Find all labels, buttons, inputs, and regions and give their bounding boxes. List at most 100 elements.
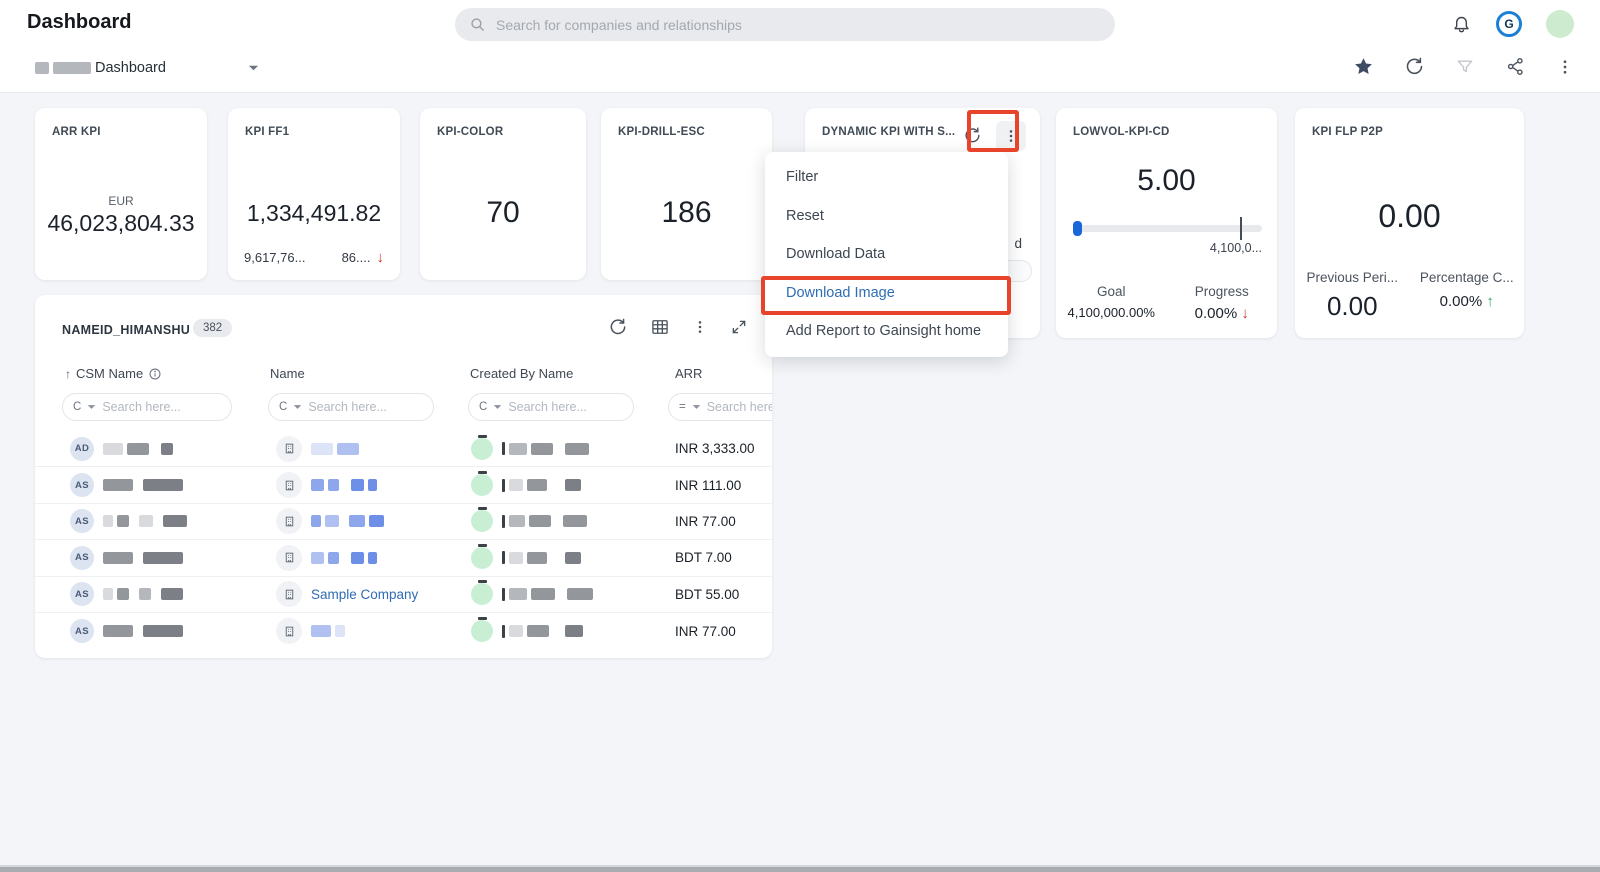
- goal-block: Goal 4,100,000.00%: [1056, 284, 1167, 322]
- menu-item-download-data[interactable]: Download Data: [765, 235, 1008, 274]
- filter-operator[interactable]: C: [479, 401, 487, 413]
- kpi-value: 70: [486, 196, 520, 229]
- arr-value: INR 3,333.00: [675, 441, 755, 457]
- menu-item-download-image[interactable]: Download Image: [765, 274, 1008, 313]
- notifications-bell-icon[interactable]: [1451, 14, 1472, 35]
- kpi-title: DYNAMIC KPI WITH S...: [822, 126, 956, 138]
- filter-created-by-name[interactable]: C Search here...: [468, 393, 634, 421]
- chevron-down-icon: [692, 405, 700, 409]
- refresh-icon[interactable]: [1404, 56, 1425, 77]
- table-row[interactable]: AS INR 77.00: [35, 613, 772, 649]
- percentage-change-label: Percentage C...: [1419, 270, 1514, 285]
- company-building-icon: [276, 472, 302, 499]
- kpi-card-arr-kpi[interactable]: ARR KPI EUR 46,023,804.33: [35, 108, 207, 280]
- table-row[interactable]: AD INR 3,333.00: [35, 431, 772, 468]
- kpi-currency: EUR: [108, 194, 134, 208]
- creator-avatar: [471, 471, 493, 497]
- filter-operator[interactable]: C: [73, 401, 81, 413]
- table-row[interactable]: AS Sample Company BDT 55.00: [35, 577, 772, 613]
- card-refresh-icon[interactable]: [963, 126, 982, 145]
- kpi-title: KPI FF1: [245, 126, 290, 138]
- search-icon: [469, 16, 486, 33]
- table-row[interactable]: AS INR 111.00: [35, 467, 772, 504]
- menu-item-add-report-to-gainsight-home[interactable]: Add Report to Gainsight home: [765, 312, 1008, 351]
- report-rows: AD INR 3,333.00 AS INR 111.00 AS INR 77.…: [35, 431, 772, 649]
- creator-avatar: [471, 617, 493, 643]
- kpi-value: 0.00: [1378, 198, 1441, 234]
- redacted-text: [53, 62, 91, 74]
- slider-thumb[interactable]: [1073, 221, 1082, 236]
- column-header-name[interactable]: Name: [270, 366, 305, 381]
- dashboard-selector[interactable]: Dashboard: [35, 60, 259, 76]
- record-count-badge: 382: [193, 319, 233, 337]
- filter-name[interactable]: C Search here...: [268, 393, 434, 421]
- arr-value: INR 77.00: [675, 623, 736, 639]
- obscured-card-text: d: [1014, 236, 1022, 251]
- filter-operator[interactable]: =: [679, 401, 686, 413]
- chevron-down-icon: [88, 405, 96, 409]
- progress-block: Progress 0.00% ↓: [1167, 284, 1278, 322]
- filter-operator[interactable]: C: [279, 401, 287, 413]
- previous-period-label: Previous Peri...: [1306, 270, 1399, 285]
- page-title: Dashboard: [27, 11, 132, 33]
- horizontal-scrollbar[interactable]: [0, 865, 1600, 872]
- csm-avatar: AD: [70, 436, 94, 461]
- company-building-icon: [276, 435, 302, 462]
- creator-avatar: [471, 580, 493, 606]
- info-icon[interactable]: [148, 367, 162, 381]
- more-options-kebab-icon[interactable]: [1556, 58, 1574, 76]
- filter-arr[interactable]: = Search here...: [668, 393, 772, 421]
- company-building-icon: [276, 508, 302, 535]
- share-network-icon[interactable]: [1505, 56, 1526, 77]
- kpi-title: KPI-DRILL-ESC: [618, 126, 705, 138]
- kpi-card-kpi-drill-esc[interactable]: KPI-DRILL-ESC 186: [601, 108, 772, 280]
- filter-funnel-icon[interactable]: [1455, 57, 1475, 77]
- slider-goal-tick: [1240, 217, 1242, 240]
- company-name-link[interactable]: Sample Company: [311, 587, 418, 602]
- trend-down-icon: ↓: [376, 249, 385, 266]
- company-building-icon: [276, 581, 302, 608]
- menu-item-reset[interactable]: Reset: [765, 197, 1008, 236]
- kpi-card-kpi-color[interactable]: KPI-COLOR 70: [420, 108, 586, 280]
- kpi-title: KPI FLP P2P: [1312, 126, 1384, 138]
- report-actions: [608, 317, 748, 337]
- report-refresh-icon[interactable]: [608, 317, 628, 337]
- column-header-csm-name[interactable]: ↑ CSM Name: [65, 366, 162, 381]
- table-row[interactable]: AS INR 77.00: [35, 504, 772, 541]
- goal-progress-slider[interactable]: [1073, 217, 1262, 240]
- trend-down-icon: ↓: [1241, 305, 1249, 322]
- kpi-card-kpi-ff1[interactable]: KPI FF1 1,334,491.82 9,617,76... 86.... …: [228, 108, 400, 280]
- creator-avatar: [471, 543, 493, 569]
- kpi-card-kpi-flp-p2p[interactable]: KPI FLP P2P 0.00 Previous Peri... 0.00 P…: [1295, 108, 1524, 338]
- redacted-text: [35, 62, 49, 74]
- company-building-icon: [276, 618, 302, 645]
- csm-avatar: AS: [70, 473, 94, 498]
- card-kebab-menu-icon[interactable]: [996, 121, 1026, 151]
- kpi-card-lowvol[interactable]: LOWVOL-KPI-CD 5.00 4,100,0... Goal 4,100…: [1056, 108, 1277, 338]
- kpi-title: ARR KPI: [52, 126, 101, 138]
- filter-csm-name[interactable]: C Search here...: [62, 393, 232, 421]
- report-title: NAMEID_HIMANSHU: [62, 323, 191, 337]
- table-row[interactable]: AS BDT 7.00: [35, 540, 772, 577]
- global-search-input[interactable]: Search for companies and relationships: [455, 8, 1115, 41]
- slider-max-label: 4,100,0...: [1209, 241, 1262, 255]
- company-building-icon: [276, 544, 302, 571]
- menu-item-filter[interactable]: Filter: [765, 158, 1008, 197]
- previous-period-value: 0.00: [1326, 291, 1378, 321]
- report-kebab-menu-icon[interactable]: [692, 319, 708, 335]
- gainsight-logo[interactable]: G: [1496, 11, 1522, 37]
- sort-ascending-icon[interactable]: ↑: [65, 367, 71, 381]
- filter-placeholder: Search here...: [508, 400, 587, 414]
- expand-maximize-icon[interactable]: [730, 318, 748, 336]
- arr-value: INR 77.00: [675, 513, 736, 529]
- chevron-down-icon: [494, 405, 502, 409]
- user-avatar[interactable]: [1546, 10, 1574, 38]
- favorite-star-icon[interactable]: [1353, 56, 1374, 77]
- csm-avatar: AS: [70, 582, 94, 607]
- table-view-icon[interactable]: [650, 317, 670, 337]
- dashboard-selector-label: Dashboard: [95, 60, 166, 76]
- progress-label: Progress: [1194, 284, 1249, 299]
- kpi-value: 46,023,804.33: [47, 210, 195, 236]
- column-header-created-by-name[interactable]: Created By Name: [470, 366, 573, 381]
- column-header-arr[interactable]: ARR: [675, 366, 702, 381]
